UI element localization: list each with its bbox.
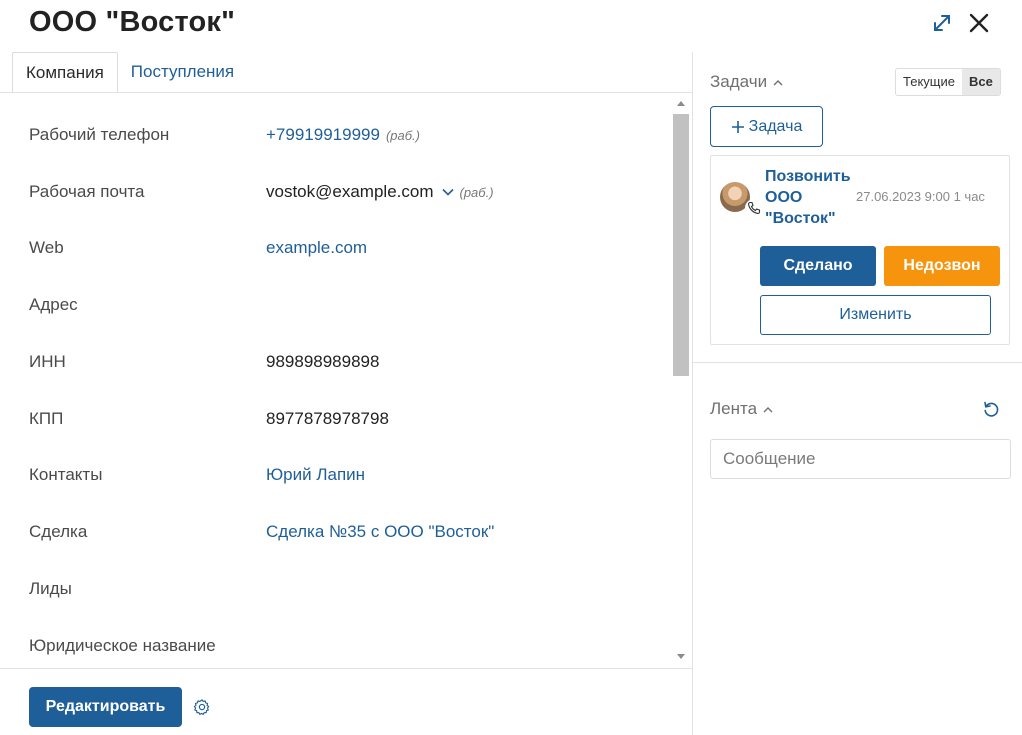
section-divider — [693, 362, 1022, 363]
field-address: Адрес — [0, 285, 672, 325]
feed-header[interactable]: Лента — [710, 399, 773, 419]
email-dropdown[interactable] — [441, 188, 454, 196]
change-button[interactable]: Изменить — [760, 295, 991, 335]
filter-current[interactable]: Текущие — [896, 69, 962, 95]
field-work-email: Рабочая почта vostok@example.com (раб.) — [0, 172, 672, 212]
tab-bar: Компания Поступления — [12, 52, 247, 93]
field-value: 8977878978798 — [266, 409, 389, 428]
edit-button[interactable]: Редактировать — [29, 687, 182, 727]
expand-icon — [934, 15, 950, 31]
fields-scrollbar[interactable] — [672, 96, 690, 664]
task-card: Позвонить ООО "Восток" 27.06.2023 9:00 1… — [710, 155, 1010, 345]
phone-icon — [745, 199, 763, 217]
expand-button[interactable] — [929, 10, 955, 36]
field-kpp: КПП 8977878978798 — [0, 399, 672, 439]
company-fields: Рабочий телефон +79919919999 (раб.) Рабо… — [0, 93, 672, 667]
chevron-up-icon — [763, 406, 773, 412]
add-task-label: Задача — [748, 117, 803, 135]
no-answer-button[interactable]: Недозвон — [884, 246, 1000, 286]
field-work-phone: Рабочий телефон +79919919999 (раб.) — [0, 115, 672, 155]
field-label: Адрес — [29, 295, 78, 314]
field-label: Рабочий телефон — [29, 125, 170, 144]
field-tag: (раб.) — [459, 184, 494, 200]
field-leads: Лиды — [0, 569, 672, 609]
plus-icon — [731, 120, 744, 133]
add-task-button[interactable]: Задача — [710, 106, 823, 147]
chevron-up-icon — [773, 79, 783, 85]
work-email-value: vostok@example.com (раб.) — [266, 182, 494, 202]
field-web: Web example.com — [0, 228, 672, 268]
close-icon — [969, 13, 989, 33]
tasks-filter-toggle: Текущие Все — [895, 68, 1001, 96]
work-phone-link[interactable]: +79919919999 (раб.) — [266, 125, 420, 145]
field-label: ИНН — [29, 352, 66, 371]
task-date: 27.06.2023 9:00 1 час — [856, 189, 985, 204]
task-title-link[interactable]: Позвонить ООО "Восток" — [765, 166, 857, 229]
field-value: vostok@example.com — [266, 182, 434, 201]
footer-divider — [0, 668, 692, 669]
settings-button[interactable] — [192, 697, 212, 717]
web-link[interactable]: example.com — [266, 238, 367, 258]
field-contacts: Контакты Юрий Лапин — [0, 455, 672, 495]
field-value: 989898989898 — [266, 352, 380, 371]
field-deal: Сделка Сделка №35 с ООО "Восток" — [0, 512, 672, 552]
close-button[interactable] — [966, 10, 992, 36]
field-label: Юридическое название — [29, 636, 216, 655]
field-inn: ИНН 989898989898 — [0, 342, 672, 382]
field-label: Рабочая почта — [29, 182, 145, 201]
refresh-button[interactable] — [981, 399, 1001, 419]
scroll-thumb[interactable] — [673, 114, 689, 376]
contact-link[interactable]: Юрий Лапин — [266, 465, 365, 485]
field-label: Лиды — [29, 579, 72, 598]
panel-divider — [692, 52, 693, 735]
field-label: Web — [29, 238, 64, 257]
tasks-header[interactable]: Задачи — [710, 72, 783, 92]
field-tag: (раб.) — [385, 127, 420, 143]
field-label: Контакты — [29, 465, 103, 484]
tab-incoming[interactable]: Поступления — [118, 52, 247, 93]
filter-all[interactable]: Все — [961, 69, 1000, 95]
deal-link[interactable]: Сделка №35 с ООО "Восток" — [266, 522, 494, 542]
field-label: КПП — [29, 409, 64, 428]
feed-title: Лента — [710, 399, 758, 418]
field-value: +79919919999 — [266, 125, 380, 144]
chevron-down-icon — [441, 188, 454, 196]
refresh-icon — [984, 401, 999, 417]
field-label: Сделка — [29, 522, 88, 541]
done-button[interactable]: Сделано — [760, 246, 876, 286]
gear-icon — [193, 699, 210, 715]
field-legal-name: Юридическое название — [0, 626, 672, 666]
scroll-down-arrow[interactable] — [677, 654, 685, 659]
message-input[interactable] — [710, 439, 1011, 479]
scroll-up-arrow[interactable] — [677, 101, 685, 106]
page-title: ООО "Восток" — [29, 6, 236, 38]
tasks-title: Задачи — [710, 72, 768, 91]
tab-company[interactable]: Компания — [12, 52, 118, 93]
